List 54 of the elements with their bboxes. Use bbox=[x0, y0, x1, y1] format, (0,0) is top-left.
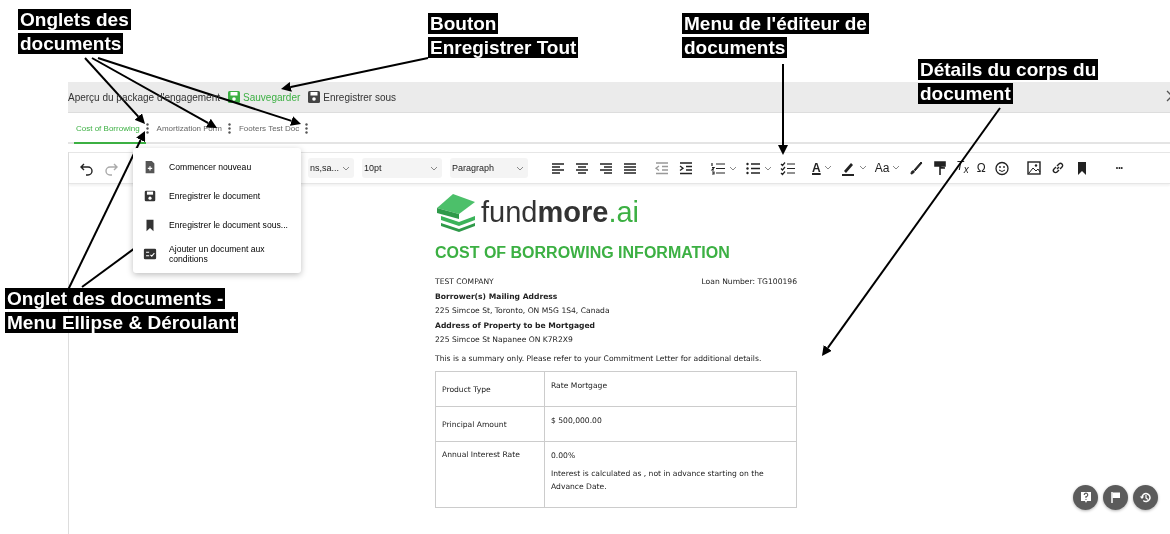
kebab-icon[interactable] bbox=[227, 123, 231, 134]
save-icon bbox=[308, 91, 321, 103]
menu-item[interactable]: Enregistrer le document bbox=[133, 181, 301, 210]
kebab-icon[interactable] bbox=[145, 123, 149, 134]
highlighter-icon[interactable] bbox=[839, 160, 856, 176]
font-family-select[interactable]: ns,sa... bbox=[308, 158, 354, 178]
kebab-icon[interactable] bbox=[305, 123, 309, 134]
logo-text: fundmore.ai bbox=[481, 195, 639, 229]
menu-item[interactable]: Enregistrer le document sous... bbox=[133, 210, 301, 239]
flag-button[interactable] bbox=[1103, 485, 1128, 510]
menu-item[interactable]: Ajouter un document aux conditions bbox=[133, 239, 301, 269]
paint-roller-icon[interactable] bbox=[932, 160, 949, 176]
special-character-button[interactable]: Ω bbox=[976, 160, 986, 176]
callout-label: Détails du corps du document bbox=[918, 58, 1099, 106]
chevron-icon bbox=[892, 165, 901, 171]
image-icon[interactable] bbox=[1025, 160, 1042, 176]
numbered-list-icon[interactable] bbox=[710, 160, 726, 176]
chevron-icon bbox=[764, 165, 772, 171]
chevron-icon bbox=[430, 165, 438, 171]
new-file-icon bbox=[143, 159, 157, 174]
callout-label: Onglet des documents - Menu Ellipse & Déroulant bbox=[5, 287, 239, 335]
align-center-icon[interactable] bbox=[574, 160, 590, 176]
text-color-button[interactable]: A bbox=[812, 160, 821, 176]
emoji-icon[interactable] bbox=[993, 160, 1010, 176]
callout-label: Onglets des documents bbox=[18, 8, 131, 56]
flag-icon bbox=[1109, 491, 1122, 504]
brush-icon[interactable] bbox=[908, 160, 925, 176]
chevron-icon bbox=[858, 165, 867, 171]
chevron-icon bbox=[516, 165, 524, 171]
callout-label: Menu de l'éditeur de documents bbox=[682, 12, 869, 60]
document-heading: COST OF BORROWING INFORMATION bbox=[435, 244, 731, 262]
document-tab[interactable]: Footers Test Doc bbox=[236, 124, 306, 144]
align-right-icon[interactable] bbox=[598, 160, 614, 176]
font-size-select[interactable]: 10pt bbox=[362, 158, 442, 178]
chevron-icon bbox=[823, 165, 832, 171]
outdent-icon[interactable] bbox=[654, 160, 670, 176]
checklist-icon[interactable] bbox=[780, 160, 796, 176]
justify-icon[interactable] bbox=[622, 160, 638, 176]
bulleted-list-icon[interactable] bbox=[745, 160, 761, 176]
save-icon bbox=[143, 188, 157, 203]
history-button[interactable] bbox=[1133, 485, 1158, 510]
help-button[interactable] bbox=[1073, 485, 1098, 510]
help-icon bbox=[1079, 491, 1092, 504]
menu-item[interactable]: Commencer nouveau bbox=[133, 152, 301, 181]
align-left-icon[interactable] bbox=[550, 160, 566, 176]
checklist-icon bbox=[143, 247, 157, 261]
save-as-button[interactable]: Enregistrer sous bbox=[308, 91, 397, 103]
chevron-icon bbox=[342, 165, 350, 171]
block-format-select[interactable]: Paragraph bbox=[450, 158, 528, 178]
callout-label: Bouton Enregistrer Tout bbox=[428, 12, 579, 60]
chevron-icon bbox=[729, 165, 737, 171]
font-case-button[interactable]: Aa bbox=[874, 160, 890, 176]
history-icon bbox=[1139, 491, 1152, 504]
indent-icon[interactable] bbox=[678, 160, 694, 176]
